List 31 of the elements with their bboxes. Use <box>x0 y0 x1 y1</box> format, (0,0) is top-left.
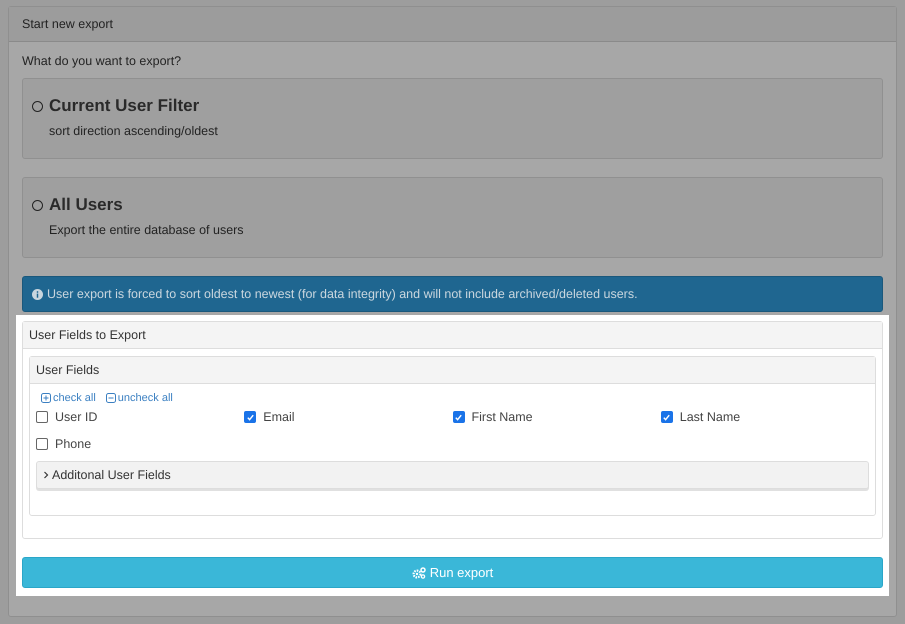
checkbox-label: Email <box>263 410 295 424</box>
info-icon <box>32 288 43 300</box>
panel-title: Start new export <box>22 17 114 31</box>
checkbox[interactable] <box>244 411 256 423</box>
checkbox[interactable] <box>36 438 48 450</box>
option-title: Current User Filter <box>49 96 200 116</box>
additional-fields-header[interactable]: Additonal User Fields <box>36 461 869 489</box>
checkbox[interactable] <box>36 411 48 423</box>
group-title: User Fields <box>36 363 100 377</box>
export-option-card[interactable]: Current User Filter sort direction ascending/oldest <box>22 78 883 159</box>
check-all-link[interactable]: check all <box>41 392 96 404</box>
plus-square-icon <box>41 393 51 403</box>
question-text: What do you want to export? <box>22 54 182 68</box>
checkbox[interactable] <box>660 411 673 423</box>
checkbox-label: Phone <box>55 437 92 451</box>
checkbox-label: First Name <box>472 410 533 424</box>
checkbox[interactable] <box>452 411 464 423</box>
option-description: sort direction ascending/oldest <box>49 124 219 138</box>
checkbox-label: Last Name <box>680 410 740 424</box>
minus-square-icon <box>106 393 116 403</box>
uncheck-all-link[interactable]: uncheck all <box>106 392 173 404</box>
alert-text: User export is forced to sort oldest to newest (for data integrity) and will not include archived/deleted users. <box>47 287 638 301</box>
checkbox-label: User ID <box>55 410 98 424</box>
fields-panel-title: User Fields to Export <box>29 328 146 342</box>
option-title: All Users <box>49 195 123 215</box>
radio-button[interactable] <box>32 200 43 210</box>
option-description: Export the entire database of users <box>49 223 245 237</box>
gears-icon <box>412 566 426 578</box>
chevron-icon <box>43 471 49 479</box>
radio-button[interactable] <box>32 100 43 112</box>
export-option-card[interactable]: All Users Export the entire database of users <box>22 177 883 258</box>
